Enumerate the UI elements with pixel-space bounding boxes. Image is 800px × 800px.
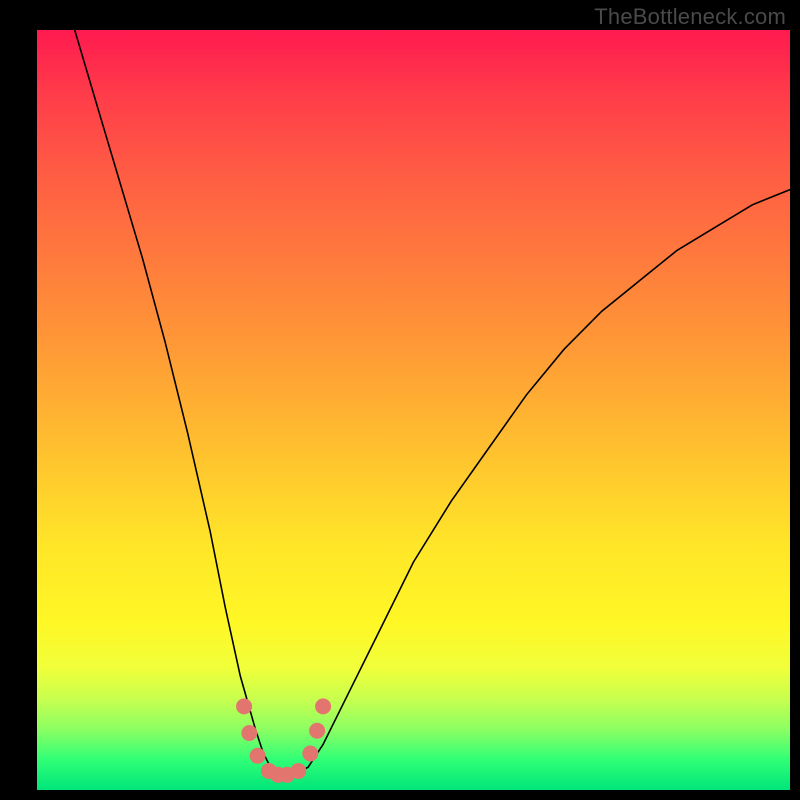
data-marker xyxy=(290,763,306,779)
data-marker xyxy=(241,725,257,741)
curve-layer xyxy=(0,0,800,800)
bottleneck-curve xyxy=(75,30,790,775)
data-marker xyxy=(302,746,318,762)
data-marker xyxy=(236,698,252,714)
data-marker xyxy=(309,723,325,739)
data-marker xyxy=(250,748,266,764)
outer-frame: TheBottleneck.com xyxy=(0,0,800,800)
data-marker xyxy=(315,698,331,714)
